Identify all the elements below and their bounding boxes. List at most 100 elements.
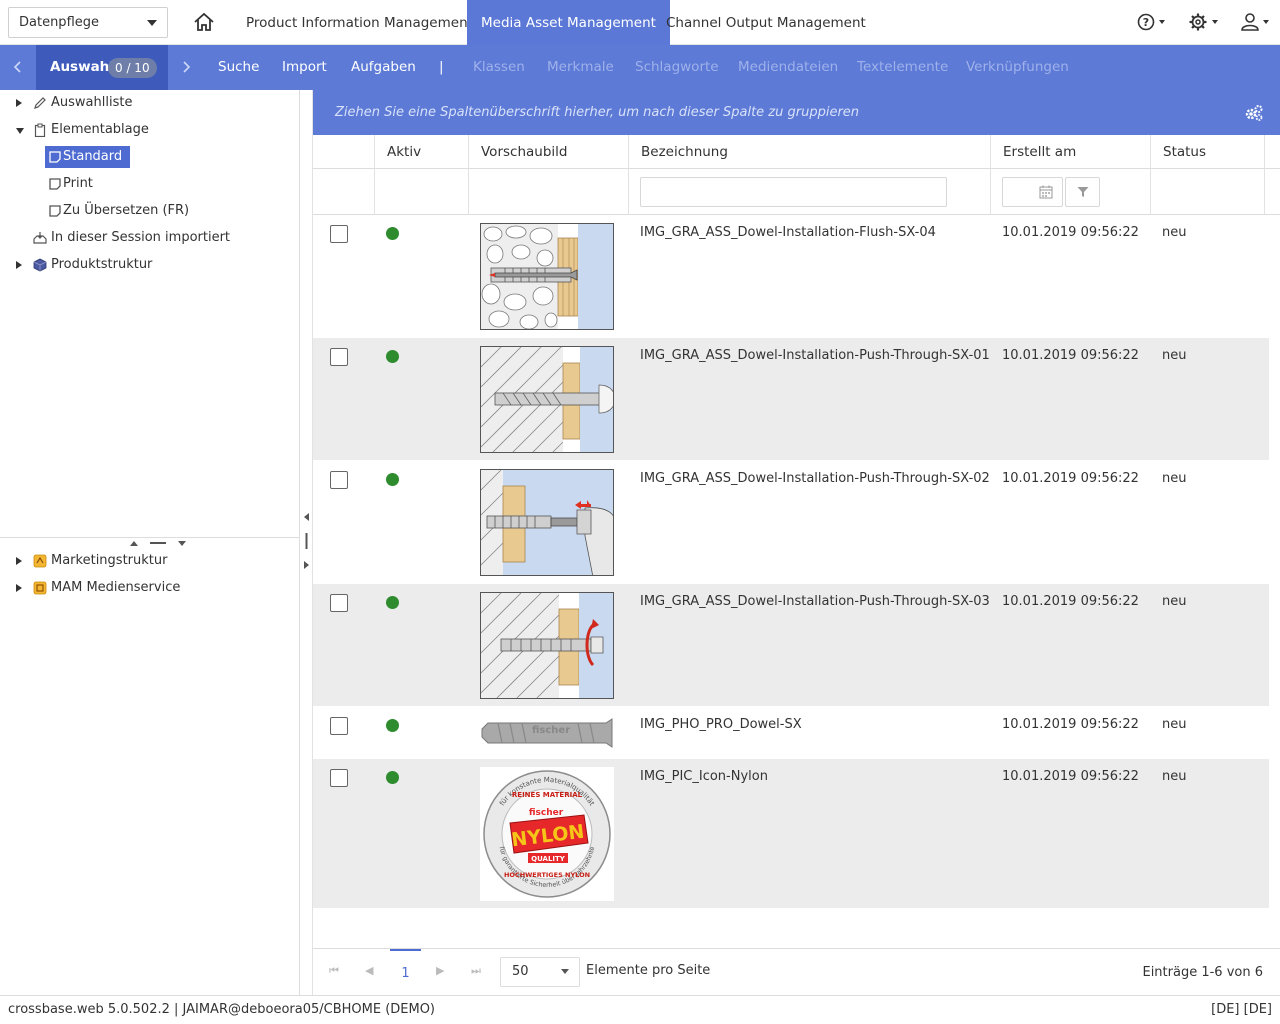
next-page-icon[interactable]: ▶	[436, 964, 444, 977]
tree-item-standard[interactable]: Standard	[45, 146, 131, 168]
note-icon	[49, 205, 61, 217]
nav-search[interactable]: Suche	[218, 45, 259, 90]
badge-bottom-text: HOCHWERTIGES NYLON	[504, 871, 590, 879]
nav-import[interactable]: Import	[282, 45, 327, 90]
row-checkbox[interactable]	[330, 348, 348, 366]
name-filter-input[interactable]	[640, 177, 947, 207]
thumbnail-image[interactable]	[480, 469, 614, 576]
tree-item-selection-list[interactable]: Auswahlliste	[0, 92, 300, 114]
tree-item-element-storage[interactable]: Elementablage	[0, 119, 300, 141]
splitter-handle-icon[interactable]	[128, 539, 190, 547]
dowel-product-photo: fischer	[481, 718, 613, 748]
column-divider	[374, 169, 375, 215]
settings-gear-icon[interactable]	[1187, 12, 1221, 32]
badge-top-text: REINES MATERIAL	[512, 791, 583, 799]
sidebar-tree: Auswahlliste Elementablage Standard Prin…	[0, 90, 300, 995]
tree-item-label: MAM Medienservice	[51, 580, 181, 595]
settings-gears-icon[interactable]	[1244, 104, 1264, 122]
table-row[interactable]: für konstante Materialqualität für garan…	[313, 759, 1269, 909]
tree-item-marketing-structure[interactable]: Marketingstruktur	[0, 550, 300, 572]
tree-item-mam-media-service[interactable]: MAM Medienservice	[0, 577, 300, 599]
tree-item-label: Produktstruktur	[51, 257, 153, 272]
table-row[interactable]: fischer IMG_PHO_PRO_Dowel-SX 10.01.2019 …	[313, 707, 1269, 759]
chevron-right-icon[interactable]	[181, 61, 191, 73]
first-page-icon[interactable]: ⏮	[329, 964, 339, 978]
column-header-preview[interactable]: Vorschaubild	[468, 135, 628, 169]
column-header-created[interactable]: Erstellt am	[990, 135, 1150, 169]
row-status: neu	[1162, 471, 1187, 486]
active-status-dot	[386, 719, 399, 732]
horizontal-splitter[interactable]	[0, 537, 300, 547]
user-icon[interactable]	[1240, 12, 1274, 32]
group-by-hint: Ziehen Sie eine Spaltenüberschrift hierh…	[335, 105, 860, 120]
row-checkbox[interactable]	[330, 225, 348, 243]
page-size-select[interactable]: 50	[500, 957, 580, 987]
language-indicator: [DE] [DE]	[1211, 1002, 1272, 1017]
row-status: neu	[1162, 594, 1187, 609]
row-created: 10.01.2019 09:56:22	[1002, 348, 1139, 363]
dowel-installation-push-through-illustration	[481, 347, 613, 452]
last-page-icon[interactable]: ⏭	[471, 964, 481, 978]
thumbnail-image[interactable]: fischer	[480, 715, 614, 751]
column-header-name[interactable]: Bezeichnung	[628, 135, 990, 169]
nav-text-elements: Textelemente	[857, 59, 949, 75]
active-status-dot	[386, 227, 399, 240]
expand-arrow-icon[interactable]	[16, 99, 22, 107]
nav-tasks[interactable]: Aufgaben	[351, 45, 416, 90]
vertical-splitter[interactable]	[300, 90, 313, 995]
splitter-handle-icon[interactable]	[302, 512, 311, 570]
grid-filter-row	[313, 169, 1280, 215]
tab-media-asset-management[interactable]: Media Asset Management	[467, 0, 670, 45]
table-row[interactable]: IMG_GRA_ASS_Dowel-Installation-Push-Thro…	[313, 461, 1269, 584]
row-name: IMG_GRA_ASS_Dowel-Installation-Flush-SX-…	[640, 225, 936, 240]
row-checkbox[interactable]	[330, 769, 348, 787]
tab-channel-output-management[interactable]: Channel Output Management	[652, 0, 880, 45]
version-info: crossbase.web 5.0.502.2 | JAIMAR@deboeor…	[8, 1002, 436, 1017]
chevron-down-icon	[147, 20, 157, 26]
table-row[interactable]: IMG_GRA_ASS_Dowel-Installation-Flush-SX-…	[313, 215, 1269, 338]
thumbnail-image[interactable]: für konstante Materialqualität für garan…	[480, 767, 614, 901]
expand-arrow-icon[interactable]	[16, 261, 22, 269]
selection-tab[interactable]: Auswahl 0 / 10	[36, 45, 168, 90]
tree-item-product-structure[interactable]: Produktstruktur	[0, 254, 300, 276]
nav-links: Verknüpfungen	[966, 59, 1069, 75]
filter-button[interactable]	[1065, 177, 1100, 207]
import-icon	[33, 232, 47, 244]
expand-arrow-icon[interactable]	[16, 584, 22, 592]
row-checkbox[interactable]	[330, 717, 348, 735]
database-select[interactable]: Datenpflege	[8, 7, 168, 38]
help-icon[interactable]: ?	[1136, 12, 1168, 32]
tree-item-to-translate[interactable]: Zu Übersetzen (FR)	[45, 200, 295, 222]
thumbnail-image[interactable]	[480, 346, 614, 453]
tab-product-information-management[interactable]: Product Information Management	[232, 0, 487, 45]
badge-brand-text: fischer	[529, 808, 564, 818]
column-header-status[interactable]: Status	[1150, 135, 1264, 169]
selection-count-badge: 0 / 10	[108, 58, 157, 78]
table-row[interactable]: IMG_GRA_ASS_Dowel-Installation-Push-Thro…	[313, 584, 1269, 707]
date-filter-input[interactable]	[1002, 177, 1063, 207]
column-header-spacer	[1264, 135, 1280, 169]
tree-item-session-imported[interactable]: In dieser Session importiert	[0, 227, 300, 249]
sub-navigation: Auswahl 0 / 10 Suche Import Aufgaben | K…	[0, 45, 1280, 90]
calendar-icon[interactable]	[1039, 185, 1053, 199]
group-by-drop-zone[interactable]: Ziehen Sie eine Spaltenüberschrift hierh…	[313, 90, 1280, 135]
database-select-value: Datenpflege	[19, 15, 99, 30]
expand-arrow-icon[interactable]	[16, 557, 22, 565]
column-header-active[interactable]: Aktiv	[374, 135, 468, 169]
thumbnail-image[interactable]	[480, 592, 614, 699]
chevron-left-icon[interactable]	[13, 61, 23, 73]
table-row[interactable]: IMG_GRA_ASS_Dowel-Installation-Push-Thro…	[313, 338, 1269, 461]
media-grid: Ziehen Sie eine Spaltenüberschrift hierh…	[313, 90, 1280, 995]
previous-page-icon[interactable]: ◀	[365, 964, 373, 977]
dowel-brand-text: fischer	[532, 725, 570, 736]
row-checkbox[interactable]	[330, 594, 348, 612]
filter-funnel-icon	[1077, 187, 1089, 197]
tree-item-print[interactable]: Print	[45, 173, 295, 195]
page-number-button[interactable]: 1	[390, 949, 421, 995]
tree-item-label: Marketingstruktur	[51, 553, 168, 568]
home-icon[interactable]	[193, 12, 215, 32]
collapse-arrow-icon[interactable]	[16, 128, 24, 134]
thumbnail-image[interactable]	[480, 223, 614, 330]
row-checkbox[interactable]	[330, 471, 348, 489]
row-name: IMG_GRA_ASS_Dowel-Installation-Push-Thro…	[640, 348, 990, 363]
